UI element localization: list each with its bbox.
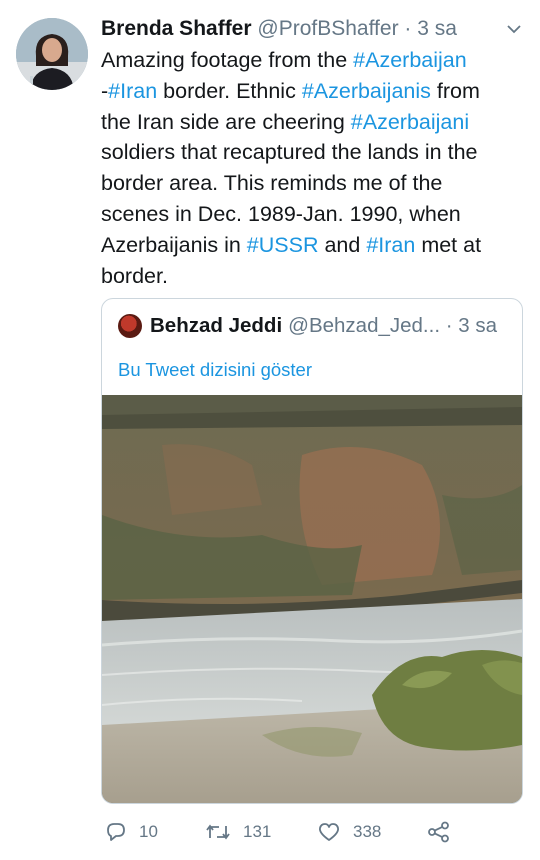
reply-icon [107,823,125,841]
share-button[interactable] [427,816,463,848]
tweet: Brenda Shaffer @ProfBShaffer · 3 sa Amaz… [0,0,540,860]
tweet-text-segment: and [318,232,367,257]
video-thumbnail[interactable] [102,395,522,803]
retweet-count: 131 [243,822,272,841]
author-handle[interactable]: @ProfBShaffer [257,17,398,40]
like-button[interactable]: 338 [317,816,381,848]
like-icon [319,823,339,841]
tweet-header: Brenda Shaffer @ProfBShaffer · 3 sa [101,13,521,45]
hashtag-link[interactable]: #Azerbaijanis [302,79,431,103]
hashtag-link[interactable]: #Azerbaijani [351,110,469,134]
tweet-text-segment: border. Ethnic [157,78,302,103]
quoted-author-avatar [118,314,142,338]
tweet-text-segment: border area. This reminds me of the [101,171,443,196]
hashtag-link[interactable]: #Iran [108,79,157,103]
tweet-actions: 10 131 338 [101,816,521,848]
show-thread-link[interactable]: Bu Tweet dizisini göster [118,356,312,384]
chevron-down-icon[interactable] [503,13,525,45]
quoted-tweet-header: Behzad Jeddi @Behzad_Jed... · 3 sa [118,311,497,341]
hashtag-link[interactable]: #Azerbaijan [353,48,467,72]
like-count: 338 [353,822,382,841]
tweet-text-segment: met at [415,232,482,257]
quoted-header-separator: · [445,314,453,337]
retweet-button[interactable]: 131 [205,816,271,848]
tweet-timestamp[interactable]: 3 sa [417,17,457,40]
share-icon [428,821,449,843]
tweet-text-segment: Amazing footage from the [101,48,354,72]
quoted-tweet[interactable]: Behzad Jeddi @Behzad_Jed... · 3 sa Bu Tw… [101,298,523,804]
tweet-text-segment: from [430,78,480,103]
author-name[interactable]: Brenda Shaffer [101,17,252,40]
reply-button[interactable]: 10 [105,816,158,848]
tweet-text-segment: the Iran side are cheering [101,109,351,134]
quoted-author-handle: @Behzad_Jed... [288,314,441,337]
reply-count: 10 [139,822,158,841]
tweet-text-segment: Azerbaijanis in [101,232,247,257]
tweet-text-segment: soldiers that recaptured the lands in th… [101,140,478,165]
author-avatar[interactable] [16,18,88,90]
header-separator: · [404,17,412,40]
quoted-tweet-timestamp: 3 sa [458,314,498,337]
hashtag-link[interactable]: #Iran [366,233,415,257]
retweet-icon [206,824,230,840]
tweet-text: Amazing footage from the #Azerbaijan -#Ir… [101,45,521,291]
tweet-text-segment: border. [101,263,168,288]
tweet-text-segment: scenes in Dec. 1989-Jan. 1990, when [101,201,461,226]
quoted-author-name: Behzad Jeddi [150,314,283,337]
hashtag-link[interactable]: #USSR [247,233,319,257]
